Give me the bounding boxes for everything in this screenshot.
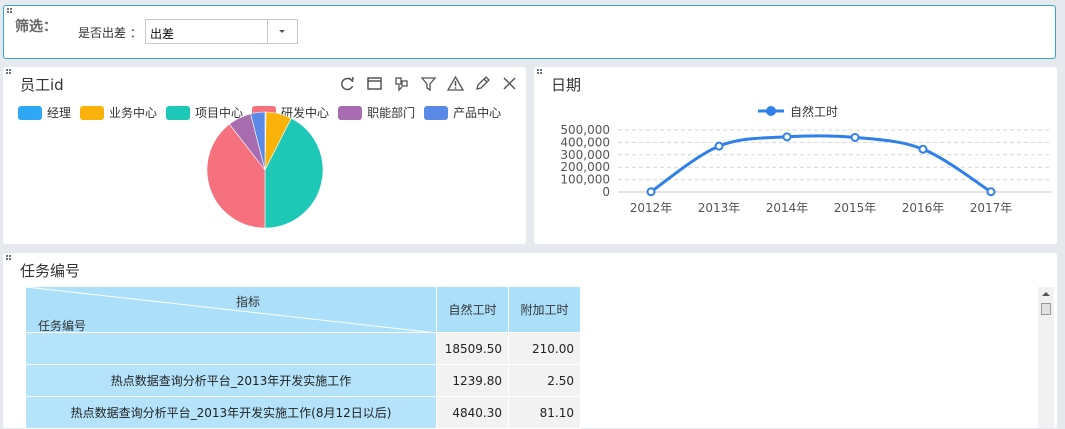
legend-swatch [18,105,42,120]
legend-item[interactable]: 职能部门 [338,104,415,121]
legend-swatch [424,105,449,120]
legend-label: 职能部门 [367,106,416,120]
travel-select[interactable]: 出差 [145,19,298,44]
close-icon[interactable] [501,75,518,92]
task-name-cell [25,332,437,365]
drill-icon[interactable] [393,75,410,92]
x-tick-label: 2015年 [834,201,877,215]
natural-hours-cell: 4840.30 [436,396,509,429]
indicator-header: 指标 [236,295,261,309]
legend-swatch [338,105,363,120]
refresh-icon[interactable] [339,75,356,92]
natural-hours-line-chart[interactable]: 自然工时500,000400,000300,000200,000100,0000… [534,67,1057,244]
legend-item[interactable]: 产品中心 [424,104,501,121]
x-tick-label: 2014年 [766,201,809,215]
y-tick-label: 0 [602,185,610,199]
series-line[interactable] [650,134,992,194]
table-row[interactable]: 热点数据查询分析平台_2013年开发实施工作 1239.80 2.50 [25,364,581,397]
vertical-scrollbar[interactable] [1038,287,1054,428]
legend-label[interactable]: 自然工时 [790,104,838,119]
drag-handle-icon[interactable] [7,8,15,16]
data-point[interactable] [714,141,724,151]
drag-handle-icon[interactable] [6,255,14,263]
legend-label: 产品中心 [453,106,502,120]
panel-toolbar [339,75,518,92]
extra-hours-header[interactable]: 附加工时 [508,286,581,333]
extra-hours-cell: 2.50 [508,364,581,397]
task-name-cell: 热点数据查询分析平台_2013年开发实施工作 [25,364,437,397]
pie-panel-title: 员工id [20,76,64,94]
legend-marker [766,106,776,116]
legend-item[interactable]: 经理 [18,104,71,121]
select-dropdown-arrow[interactable] [267,20,297,43]
data-point[interactable] [986,187,996,197]
data-point[interactable] [646,187,656,197]
x-tick-label: 2016年 [902,201,945,215]
scroll-up-arrow-icon[interactable] [1042,291,1050,297]
x-tick-label: 2012年 [630,201,673,215]
table-row[interactable]: 18509.50 210.00 [25,332,581,365]
edit-icon[interactable] [474,75,491,92]
extra-hours-cell: 210.00 [508,332,581,365]
employee-pie-chart[interactable] [198,107,332,233]
warning-icon[interactable] [446,75,465,92]
task-table-panel: 任务编号 指标 任务编号 自然工时 附加工时 18509.50 210.00 热… [3,253,1057,429]
maximize-icon[interactable] [366,75,383,92]
extra-hours-cell: 81.10 [508,396,581,429]
drag-handle-icon[interactable] [6,69,14,77]
natural-hours-cell: 1239.80 [436,364,509,397]
legend-swatch [80,105,105,120]
filter-icon[interactable] [420,75,437,92]
filter-panel: 筛选： 是否出差 ： 出差 [3,5,1056,59]
filter-title: 筛选： [15,19,57,35]
date-line-panel: 日期 自然工时 500,000 400,000 300,000 200,000 100,0… [534,67,1057,244]
scroll-thumb[interactable] [1041,303,1051,315]
data-point[interactable] [918,144,928,154]
legend-swatch [166,105,191,120]
employee-pie-panel: 员工id 经理 业务中心 项目中心 研发中心 职能部门 产品中心 [3,67,526,244]
diagonal-divider [26,287,437,333]
legend-item[interactable]: 业务中心 [80,104,157,121]
data-point[interactable] [782,132,792,142]
corner-header-cell: 指标 任务编号 [25,286,437,333]
travel-select-value: 出差 [150,27,175,41]
task-id-header: 任务编号 [38,319,87,333]
data-point[interactable] [850,132,860,142]
task-table: 指标 任务编号 自然工时 附加工时 18509.50 210.00 热点数据查询… [25,286,581,429]
x-tick-label: 2013年 [698,201,741,215]
legend-label: 经理 [47,106,72,120]
table-panel-title: 任务编号 [20,262,81,280]
caret-down-icon [279,30,285,33]
task-name-cell: 热点数据查询分析平台_2013年开发实施工作(8月12日以后) [25,396,437,429]
natural-hours-cell: 18509.50 [436,332,509,365]
filter-field-label: 是否出差 ： [78,26,142,40]
legend-label: 业务中心 [109,106,158,120]
x-tick-label: 2017年 [970,201,1013,215]
natural-hours-header[interactable]: 自然工时 [436,286,509,333]
table-row[interactable]: 热点数据查询分析平台_2013年开发实施工作(8月12日以后) 4840.30 … [25,396,581,429]
